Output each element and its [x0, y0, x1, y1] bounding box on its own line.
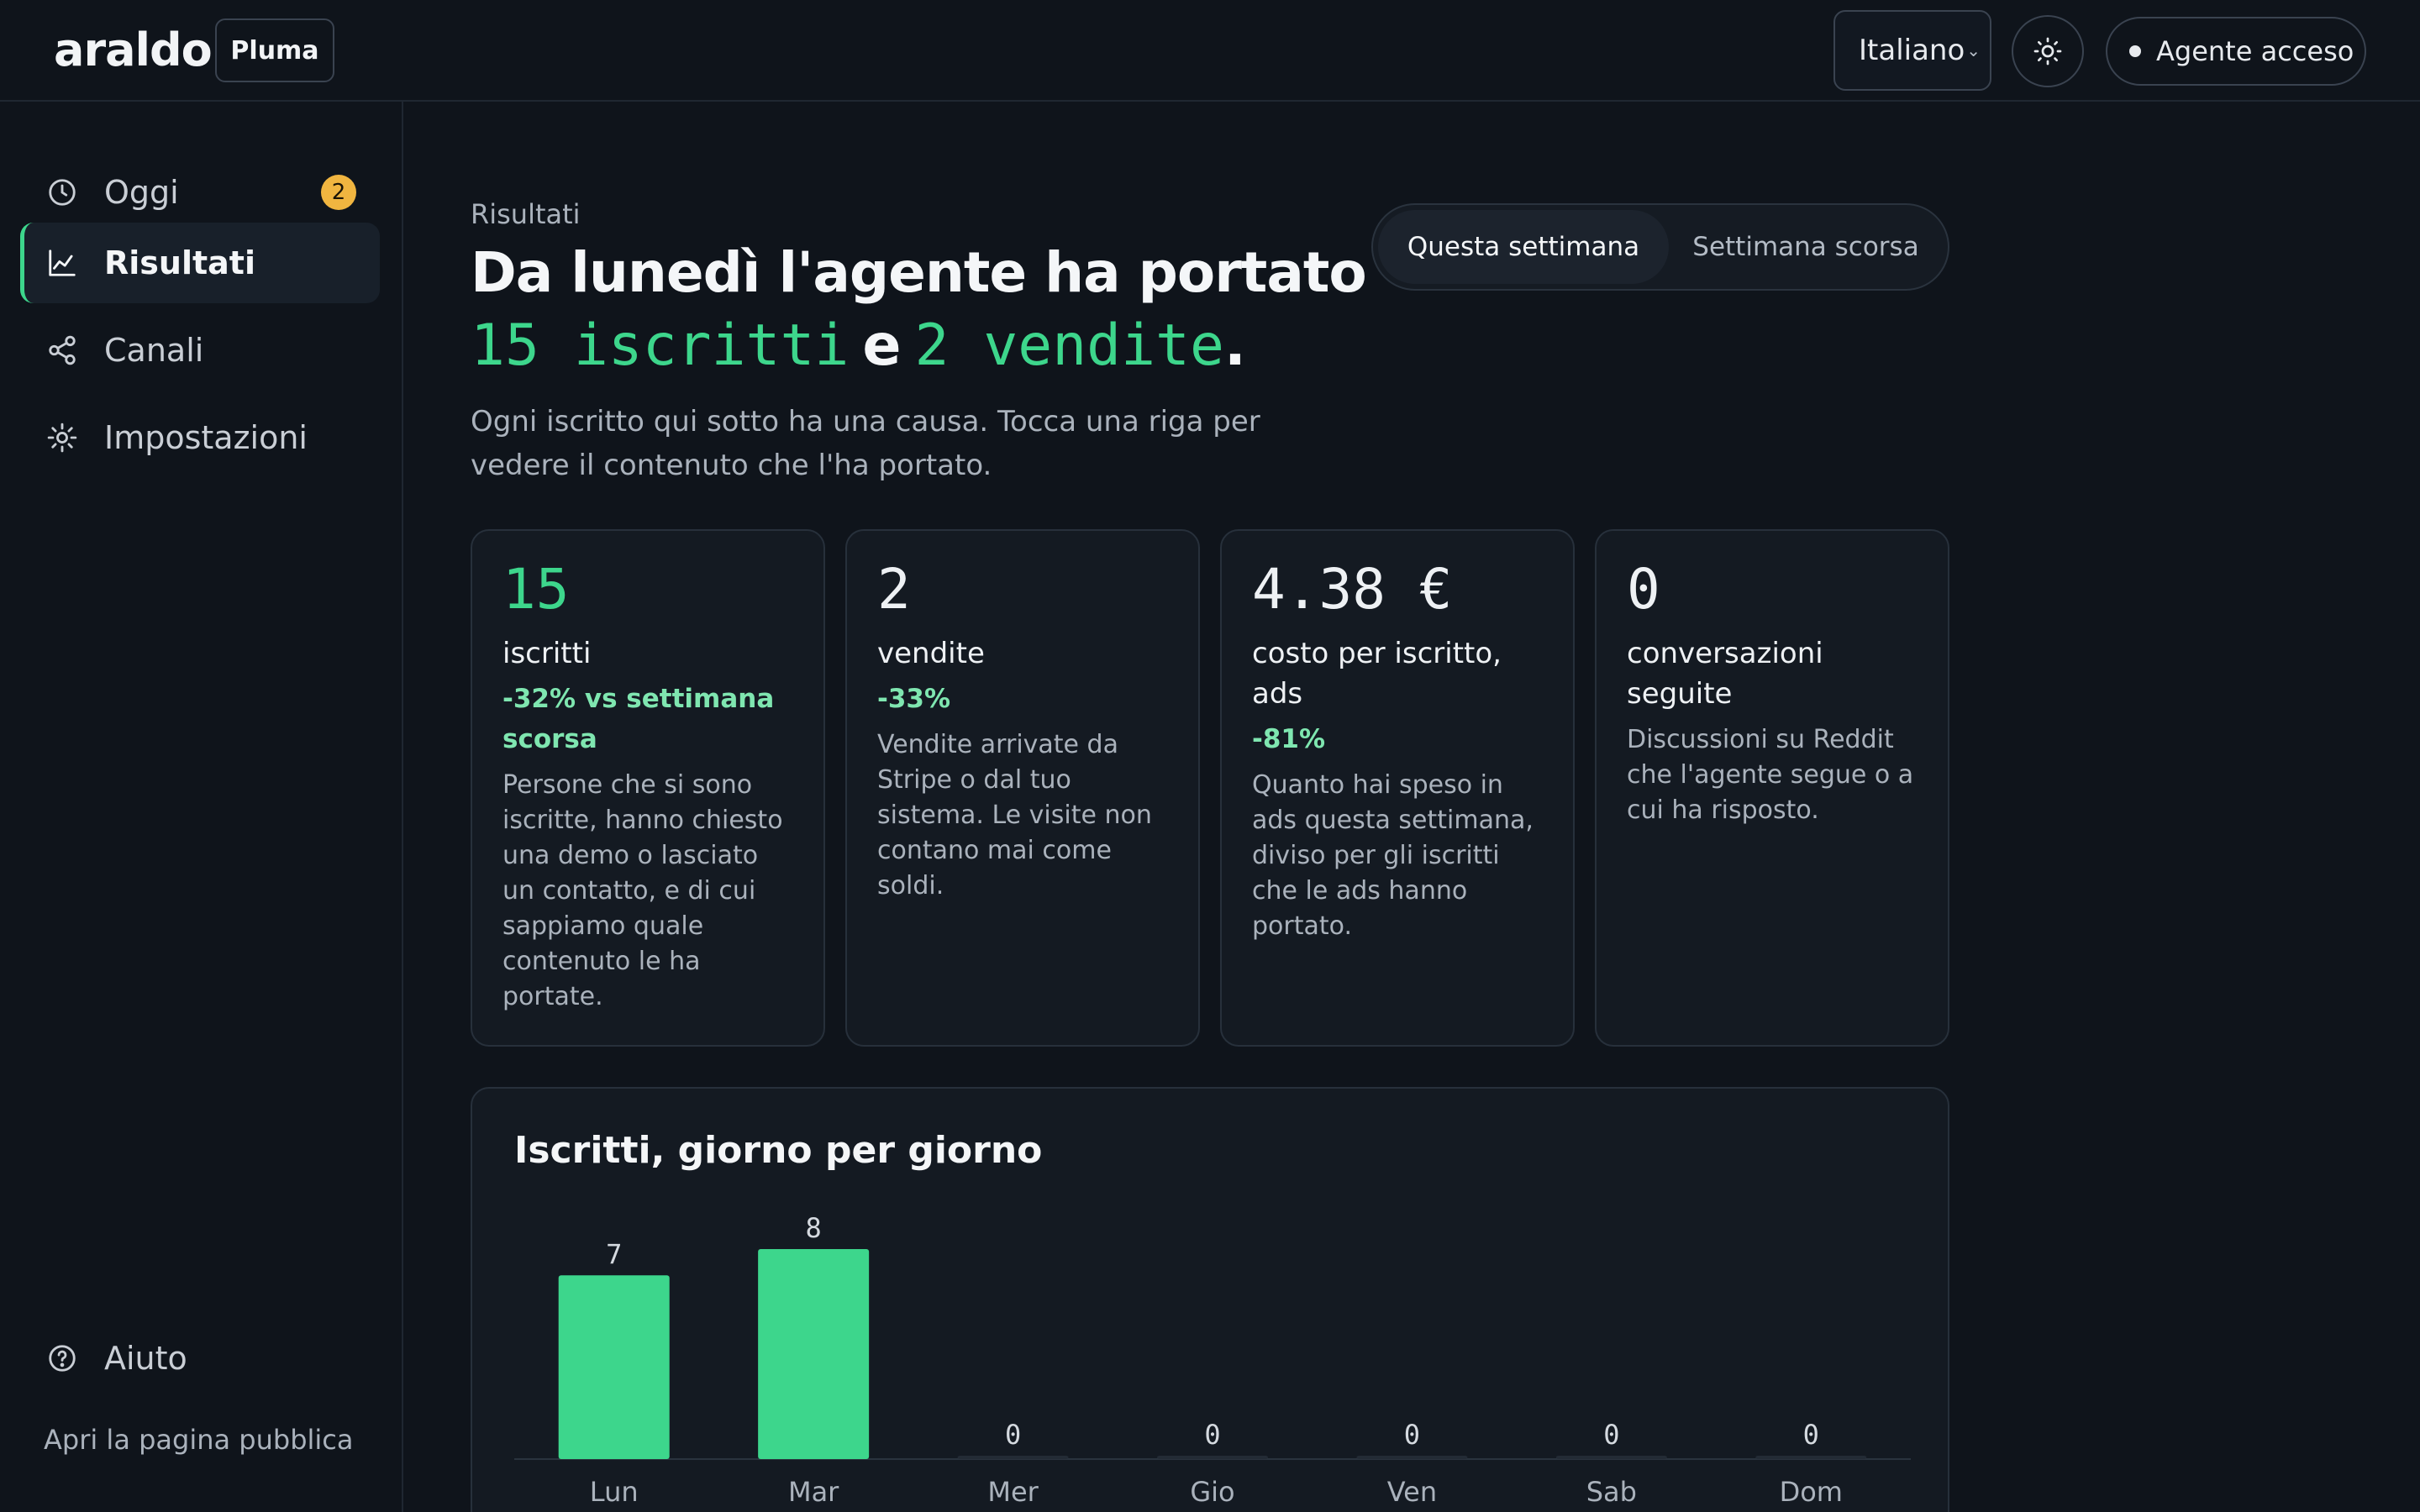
kpi-description: Quanto hai speso in ads questa settimana… [1252, 770, 1534, 941]
language-select[interactable]: Italiano ⌄ [1833, 10, 1991, 91]
chart-value-label: 7 [606, 1238, 622, 1270]
chart-bar-gio[interactable] [1157, 1456, 1268, 1459]
sidebar-item-canali[interactable]: Canali [20, 310, 380, 391]
sidebar: Oggi 2 Risultati Canali Impostazioni Aiu… [0, 102, 403, 1512]
kpi-label: vendite [877, 637, 985, 670]
kpi-description: Discussioni su Reddit che l'agente segue… [1627, 725, 1914, 825]
project-switcher[interactable]: Pluma [215, 18, 334, 82]
page-title: Da lunedì l'agente ha portato [471, 240, 1367, 305]
sidebar-item-impostazioni[interactable]: Impostazioni [20, 397, 380, 478]
chart-value-label: 0 [1404, 1419, 1420, 1451]
sidebar-item-label: Impostazioni [104, 419, 308, 456]
kpi-value: 2 [877, 557, 911, 622]
chart-category-label: Ven [1387, 1476, 1437, 1508]
help-label: Aiuto [104, 1340, 187, 1377]
chart-category-label: Mar [788, 1476, 839, 1508]
period-option-last-week[interactable]: Settimana scorsa [1669, 210, 1943, 284]
kpi-delta: -81% [1252, 724, 1326, 754]
chart-category-label: Gio [1190, 1476, 1234, 1508]
gear-icon [45, 421, 79, 454]
kpi-description: Persone che si sono iscritte, hanno chie… [502, 770, 783, 1011]
theme-toggle-button[interactable] [2012, 15, 2084, 87]
page-title-summary: 15 iscritti e 2 vendite . [471, 312, 1246, 379]
chart-bar-mer[interactable] [957, 1456, 1069, 1459]
chart-value-label: 0 [1803, 1419, 1819, 1451]
clock-icon [45, 176, 79, 209]
page-eyebrow: Risultati [471, 198, 581, 230]
status-dot-icon [2129, 45, 2141, 57]
kpi-value: 4.38 € [1252, 557, 1453, 622]
kpi-label: conversazioni seguite [1627, 637, 1823, 711]
sidebar-item-risultati[interactable]: Risultati [20, 223, 380, 303]
chart-bar-lun[interactable] [558, 1275, 670, 1459]
public-page-link[interactable]: Apri la pagina pubblica [44, 1424, 353, 1456]
headline-period: . [1223, 312, 1246, 379]
language-value: Italiano [1859, 34, 1965, 67]
headline-subscribers: 15 iscritti [471, 312, 850, 379]
kpi-value: 0 [1627, 557, 1660, 622]
chart-value-label: 0 [1005, 1419, 1021, 1451]
headline-conjunction: e [862, 312, 902, 379]
sidebar-item-label: Canali [104, 332, 204, 369]
kpi-delta: -33% [877, 684, 951, 714]
kpi-card-costo-iscritto[interactable]: 4.38 € costo per iscritto, ads -81% Quan… [1220, 529, 1575, 1047]
sun-icon [2033, 37, 2062, 66]
agent-status-button[interactable]: Agente acceso [2106, 17, 2366, 86]
daily-subscribers-chart: Iscritti, giorno per giorno 7 Lun 8 Mar 0 Mer… [471, 1087, 1949, 1512]
chart-category-label: Dom [1780, 1476, 1843, 1508]
chart-category-label: Sab [1586, 1476, 1637, 1508]
kpi-label: iscritti [502, 637, 592, 670]
chart-value-label: 0 [1603, 1419, 1619, 1451]
headline-sales: 2 vendite [914, 312, 1224, 379]
chart-category-label: Mer [987, 1476, 1039, 1508]
chart-category-label: Lun [590, 1476, 639, 1508]
agent-status-label: Agente acceso [2156, 35, 2354, 67]
chart-bar-mar[interactable] [758, 1249, 870, 1459]
kpi-card-iscritti[interactable]: 15 iscritti -32% vs settimana scorsa Per… [471, 529, 825, 1047]
kpi-card-conversazioni[interactable]: 0 conversazioni seguite Discussioni su R… [1595, 529, 1949, 1047]
help-circle-icon [45, 1341, 79, 1375]
kpi-description: Vendite arrivate da Stripe o dal tuo sis… [877, 730, 1152, 900]
kpi-card-vendite[interactable]: 2 vendite -33% Vendite arrivate da Strip… [845, 529, 1200, 1047]
page-subtitle: Ogni iscritto qui sotto ha una causa. To… [471, 405, 1260, 482]
kpi-label: costo per iscritto, ads [1252, 637, 1502, 711]
chart-bar-ven[interactable] [1356, 1456, 1468, 1459]
share-icon [45, 333, 79, 367]
chart-value-label: 8 [806, 1212, 822, 1244]
chart-bar-dom[interactable] [1755, 1456, 1867, 1459]
app-logo[interactable]: araldo [54, 24, 213, 76]
notification-badge: 2 [321, 175, 356, 210]
chevron-down-icon: ⌄ [1966, 40, 1981, 60]
top-bar: araldo Pluma Italiano ⌄ Agente acceso [0, 0, 2420, 102]
sidebar-item-oggi[interactable]: Oggi 2 [20, 152, 380, 233]
sidebar-item-label: Oggi [104, 174, 179, 211]
bar-chart: 7 Lun 8 Mar 0 Mer 0 Gio 0 Ven 0 Sab 0 Dom [514, 1212, 1911, 1508]
kpi-value: 15 [502, 557, 570, 622]
sidebar-item-label: Risultati [104, 244, 255, 281]
sidebar-item-aiuto[interactable]: Aiuto [20, 1318, 380, 1399]
period-toggle: Questa settimana Settimana scorsa [1371, 203, 1949, 291]
kpi-delta: -32% vs settimana scorsa [502, 684, 775, 754]
chart-line-icon [45, 246, 79, 280]
chart-value-label: 0 [1204, 1419, 1220, 1451]
period-option-this-week[interactable]: Questa settimana [1378, 210, 1669, 284]
chart-bar-sab[interactable] [1555, 1456, 1667, 1459]
